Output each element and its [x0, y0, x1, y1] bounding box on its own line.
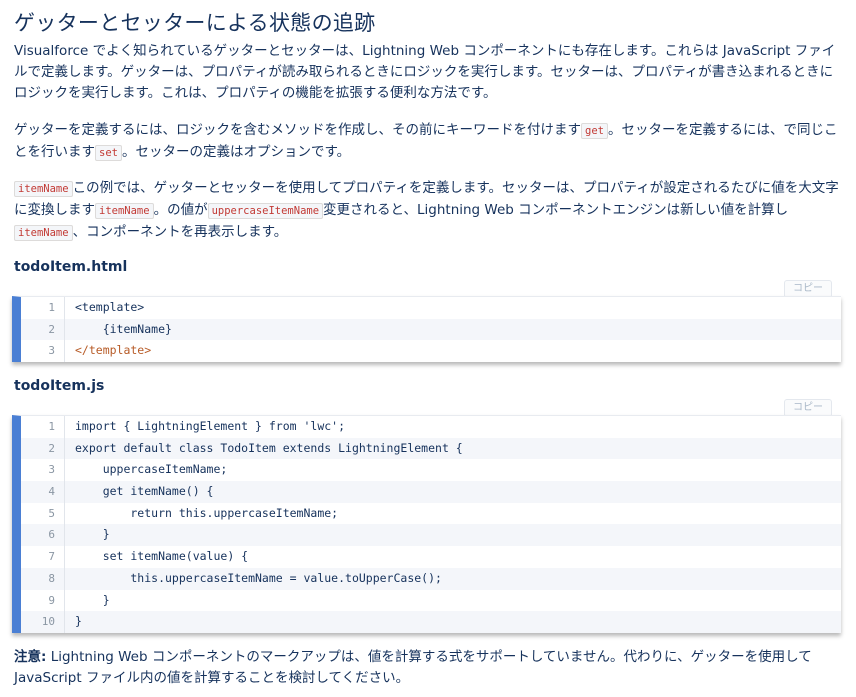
code-itemname: itemName: [14, 225, 73, 241]
code-set: set: [95, 145, 122, 161]
p3-text-c: 変更されると、Lightning Web コンポーネントエンジンは新しい値を計算…: [323, 202, 789, 218]
html-code-block: 1 <template> 2 {itemName} 3 </template>: [12, 296, 841, 363]
code-text: this.uppercaseItemName = value.toUpperCa…: [75, 570, 442, 585]
code-line: 1 import { LightningElement } from 'lwc'…: [21, 416, 841, 438]
p3-text-d: 、コンポーネントを再表示します。: [72, 224, 288, 240]
code-line: 4 get itemName() {: [21, 481, 841, 503]
code-text: <template>: [75, 300, 145, 314]
note-text: Lightning Web コンポーネントのマークアップは、値を計算する式をサポ…: [14, 649, 812, 686]
line-number: 4: [21, 481, 65, 503]
example-paragraph: itemName この例では、ゲッターとセッターを使用してプロパティを定義します。…: [14, 178, 844, 244]
p3-text-b: 。の値が: [153, 202, 208, 218]
code-uppercaseitemname: uppercaseItemName: [207, 203, 324, 219]
line-number: 2: [21, 437, 65, 460]
code-itemname: itemName: [14, 181, 73, 197]
code-text: }: [75, 592, 110, 607]
line-number: 9: [21, 589, 65, 612]
code-line: 3 uppercaseItemName;: [21, 459, 841, 482]
code-itemname: itemName: [95, 203, 154, 219]
line-number: 5: [21, 502, 65, 525]
code-text: export default class TodoItem extends Li…: [75, 440, 463, 455]
code-line: 8 this.uppercaseItemName = value.toUpper…: [21, 567, 841, 590]
line-number: 8: [21, 567, 65, 590]
line-number: 1: [21, 297, 65, 319]
code-text: return this.uppercaseItemName;: [75, 505, 339, 520]
note-paragraph: 注意: Lightning Web コンポーネントのマークアップは、値を計算する…: [14, 647, 844, 689]
code-line: 6 }: [21, 524, 841, 547]
code-text: set itemName(value) {: [75, 549, 249, 564]
code-line: 7 set itemName(value) {: [21, 546, 841, 568]
line-number: 10: [21, 611, 65, 633]
p2-text-a: ゲッターを定義するには、ロジックを含むメソッドを作成し、その前にキーワードを付け…: [14, 122, 581, 138]
getter-definition-paragraph: ゲッターを定義するには、ロジックを含むメソッドを作成し、その前にキーワードを付け…: [14, 120, 844, 164]
line-number: 6: [21, 524, 65, 547]
code-text: uppercaseItemName;: [75, 462, 228, 477]
js-file-title: todoItem.js: [14, 378, 105, 394]
code-text: get itemName() {: [75, 484, 214, 499]
code-line: 3 </template>: [21, 340, 841, 363]
code-line: 5 return this.uppercaseItemName;: [21, 502, 841, 525]
code-line: 2 {itemName}: [21, 318, 841, 341]
line-number: 2: [21, 318, 65, 341]
code-line: 10 }: [21, 611, 841, 633]
line-number: 3: [21, 459, 65, 482]
page-title: ゲッターとセッターによる状態の追跡: [14, 11, 376, 35]
line-number: 3: [21, 340, 65, 363]
intro-paragraph: Visualforce でよく知られているゲッターとセッターは、Lightnin…: [14, 43, 836, 101]
code-text: }: [75, 614, 82, 629]
line-number: 1: [21, 416, 65, 438]
code-line: 2 export default class TodoItem extends …: [21, 437, 841, 460]
js-code-block: 1 import { LightningElement } from 'lwc'…: [12, 415, 841, 633]
html-file-title: todoItem.html: [14, 259, 128, 275]
code-line: 9 }: [21, 589, 841, 612]
code-text: {itemName}: [75, 321, 172, 336]
code-line: 1 <template>: [21, 297, 841, 319]
code-text: </template>: [75, 343, 152, 358]
code-get: get: [581, 123, 608, 139]
code-text: import { LightningElement } from 'lwc';: [75, 419, 346, 433]
article-page: ゲッターとセッターによる状態の追跡 Visualforce でよく知られているゲ…: [0, 0, 856, 697]
note-label: 注意:: [14, 649, 47, 665]
line-number: 7: [21, 546, 65, 568]
code-text: }: [75, 527, 110, 542]
p2-text-c: 。セッターの定義はオプションです。: [121, 144, 351, 160]
